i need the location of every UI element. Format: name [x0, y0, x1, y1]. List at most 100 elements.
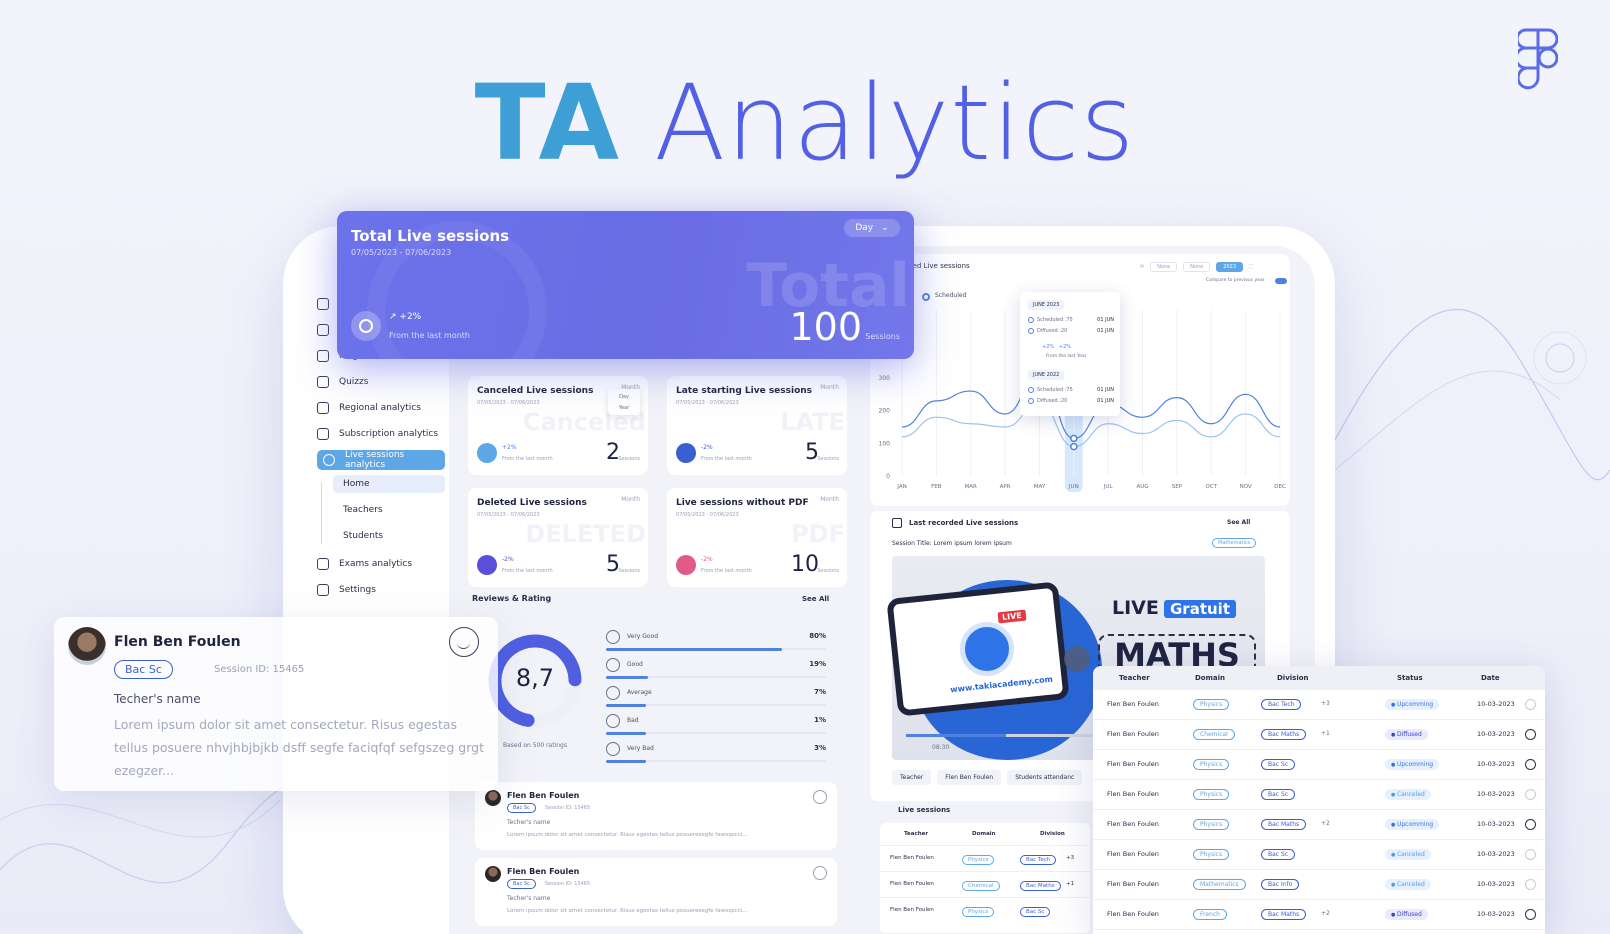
review-session-id: Session ID: 15465 [545, 805, 591, 811]
profile-tag: Bac Sc [114, 660, 173, 679]
compare-toggle[interactable] [1275, 278, 1287, 284]
cell-date: 10-03-2023 [1477, 820, 1515, 828]
recorded-see-all-link[interactable]: See All [1227, 519, 1250, 526]
column-header: Teacher [904, 831, 929, 837]
cell-more[interactable]: +1 [1321, 730, 1330, 737]
stat-dates: 07/05/2023 - 07/06/2023 [477, 512, 540, 518]
play-icon[interactable] [1525, 909, 1536, 920]
stat-range-dropdown[interactable]: Month [621, 496, 640, 503]
stat-bg-word: PDF [791, 520, 845, 548]
table-row[interactable]: Flen Ben Foulen Chemical Bac Maths +1 Diffus… [1093, 720, 1545, 750]
filter-select-1[interactable]: None [1150, 262, 1178, 272]
rating-row: Very Good 80% [606, 630, 826, 651]
play-icon[interactable] [1525, 789, 1536, 800]
review-text: Lorem ipsum dolor sit amet consectetur. … [507, 832, 748, 838]
tab-teacher-name[interactable]: Flen Ben Foulen [937, 770, 1002, 785]
cell-teacher: Flen Ben Foulen [1107, 910, 1159, 918]
cell-more[interactable]: +2 [1321, 910, 1330, 917]
status-badge: Upcomming [1385, 699, 1440, 710]
cell-division: Bac Sc [1261, 789, 1296, 800]
cell-more: +3 [1066, 855, 1075, 861]
play-icon[interactable] [1525, 699, 1536, 710]
tab-students-attendance[interactable]: Students attendanc [1007, 770, 1083, 785]
series-point[interactable] [1070, 434, 1078, 443]
table-row[interactable]: Flen Ben Foulen Physics Bac Sc Upcomming 10-… [1093, 750, 1545, 780]
stat-title: Deleted Live sessions [477, 498, 587, 508]
sidebar-item-quizzs[interactable]: Quizzs [317, 372, 445, 392]
rating-percent: 19% [809, 660, 826, 668]
table-row[interactable]: Flen Ben Foulen Physics Bac Tech +3 Upcommin… [1093, 690, 1545, 720]
total-card-value: 100 [789, 305, 862, 349]
stat-dates: 07/05/2023 - 07/06/2023 [477, 400, 540, 406]
sidebar-item-settings[interactable]: Settings [317, 580, 445, 600]
stat-unit: Sessions [817, 456, 839, 462]
live-sessions-title: Live sessions [898, 806, 951, 814]
series-point[interactable] [1070, 442, 1078, 451]
sidebar-sub-home[interactable]: Home [333, 475, 445, 493]
review-card: Flen Ben Foulen Bac Sc Session ID: 15465… [475, 782, 837, 850]
cell-more[interactable]: +3 [1321, 700, 1330, 707]
reviews-title: Reviews & Rating [472, 594, 552, 603]
table-row[interactable]: Flen Ben Foulen French Bac Maths +2 Diffused… [1093, 900, 1545, 930]
sidebar-sub-students[interactable]: Students [333, 527, 445, 545]
range-option-day[interactable]: Day [608, 392, 640, 403]
sidebar-item-subscription[interactable]: Subscription analytics [317, 424, 445, 444]
cell-more[interactable]: +2 [1321, 820, 1330, 827]
play-icon[interactable] [1525, 819, 1536, 830]
x-tick-label: MAY [1034, 484, 1046, 490]
x-tick-label: JUL [1103, 484, 1114, 490]
play-icon[interactable] [1525, 849, 1536, 860]
column-header: Division [1277, 674, 1309, 682]
cell-date: 10-03-2023 [1477, 700, 1515, 708]
table-row[interactable]: Flen Ben Foulen Chemical Bac Maths +1 [880, 871, 1090, 897]
chart-controls: ⟳ None None 2023 ⛶ [1140, 262, 1253, 272]
smile-icon [813, 866, 827, 880]
table-row[interactable]: Flen Ben Foulen Mathematics Bac Info Cancel… [1093, 870, 1545, 900]
sidebar-item-exams[interactable]: Exams analytics [317, 554, 445, 574]
range-option-year[interactable]: Year [608, 403, 640, 414]
stat-range-dropdown[interactable]: Month [820, 384, 839, 391]
tab-teacher[interactable]: Teacher [892, 770, 932, 785]
sidebar-item-regional[interactable]: Regional analytics [317, 398, 445, 418]
stat-card-late: LATE Late starting Live sessions 07/05/2… [667, 376, 847, 475]
play-icon[interactable] [1525, 879, 1536, 890]
cell-more: +1 [1066, 881, 1075, 887]
play-icon[interactable] [1525, 729, 1536, 740]
x-tick-label: OCT [1206, 484, 1218, 490]
table-row[interactable]: Flen Ben Foulen Physics Bac Tech +3 [880, 845, 1090, 871]
cell-teacher: Flen Ben Foulen [890, 855, 934, 861]
stat-from: From the last month [701, 568, 752, 574]
reviews-see-all-link[interactable]: See All [802, 595, 829, 603]
video-icon [892, 518, 902, 528]
sidebar-item-label: Exams analytics [339, 559, 413, 569]
cell-domain: Chemical [1193, 729, 1235, 740]
table-row[interactable]: Flen Ben Foulen Physics Bac Sc Canceled 10-0… [1093, 840, 1545, 870]
stat-range-dropdown[interactable]: Month [820, 496, 839, 503]
play-button[interactable] [1064, 646, 1090, 672]
range-dropdown[interactable]: Day ⌄ [844, 219, 900, 237]
x-tick-label: JUN [1068, 484, 1079, 490]
cell-division: Bac Maths [1261, 819, 1307, 830]
review-name: Flen Ben Foulen [507, 867, 580, 876]
table-row[interactable]: Flen Ben Foulen Physics Bac Sc Canceled 10-0… [1093, 780, 1545, 810]
tooltip-date: 01 JUN [1097, 328, 1114, 334]
column-header: Status [1397, 674, 1423, 682]
stat-from: From the last month [701, 456, 752, 462]
y-tick-label: 200 [879, 408, 891, 415]
year-select[interactable]: 2023 [1216, 262, 1244, 272]
tooltip-label: Diffused :20 [1037, 328, 1068, 334]
table-row[interactable]: Flen Ben Foulen Physics Bac Maths +2 Upcommi… [1093, 810, 1545, 840]
sidebar-item-live-sessions[interactable]: Live sessions analytics [317, 450, 445, 470]
rating-percent: 80% [809, 632, 826, 640]
filter-select-2[interactable]: None [1183, 262, 1211, 272]
tooltip-label: Scheduled :75 [1037, 387, 1073, 393]
table-row[interactable]: Flen Ben Foulen Physics Bac Sc [880, 897, 1090, 923]
play-icon[interactable] [1525, 759, 1536, 770]
fullscreen-icon[interactable]: ⛶ [1249, 264, 1253, 270]
sidebar-sub-teachers[interactable]: Teachers [333, 501, 445, 519]
status-badge: Upcomming [1385, 819, 1440, 830]
face-icon [606, 630, 620, 644]
range-dropdown-value: Day [855, 223, 874, 233]
video-progress-fill [906, 734, 1006, 737]
refresh-icon[interactable]: ⟳ [1140, 264, 1144, 270]
